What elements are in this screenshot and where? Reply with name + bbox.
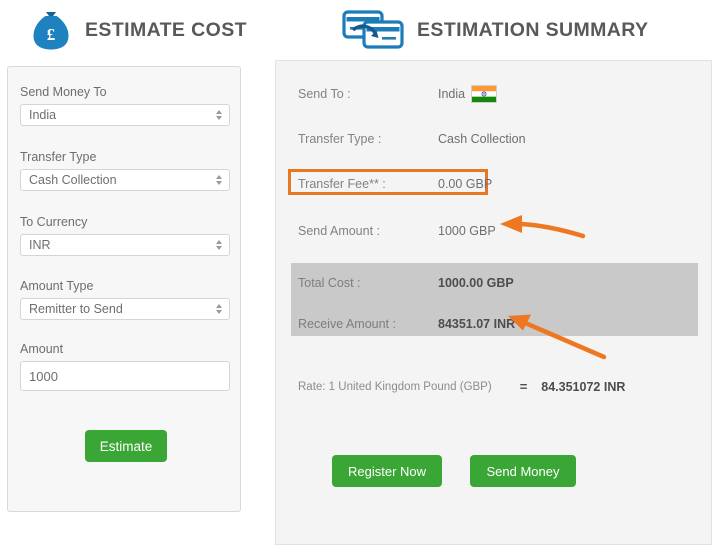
estimate-button[interactable]: Estimate xyxy=(85,430,167,462)
exchange-rate-row: Rate: 1 United Kingdom Pound (GBP) = 84.… xyxy=(298,379,625,394)
estimation-summary-panel: Send To : India Transfer Type : Cash Col… xyxy=(275,60,712,545)
field-transfer-type: Transfer Type Cash Collection xyxy=(20,150,230,191)
amount-input[interactable]: 1000 xyxy=(20,361,230,391)
rate-value: 84.351072 INR xyxy=(541,379,626,394)
chevron-updown-icon[interactable] xyxy=(214,108,223,122)
transfer-type-summary-label: Transfer Type : xyxy=(298,132,382,146)
field-send-money-to: Send Money To India xyxy=(20,85,230,126)
send-to-value: India xyxy=(438,85,498,103)
transfer-type-summary-value: Cash Collection xyxy=(438,132,526,146)
transfer-type-select[interactable]: Cash Collection xyxy=(20,169,230,191)
send-money-button[interactable]: Send Money xyxy=(470,455,576,487)
chevron-updown-icon[interactable] xyxy=(214,238,223,252)
summary-row-receive-amount: Receive Amount : 84351.07 INR xyxy=(298,311,697,337)
total-cost-value: 1000.00 GBP xyxy=(438,276,514,290)
to-currency-label: To Currency xyxy=(20,215,88,229)
amount-type-label: Amount Type xyxy=(20,279,94,293)
amount-type-value: Remitter to Send xyxy=(29,302,123,316)
summary-row-total-cost: Total Cost : 1000.00 GBP xyxy=(298,270,697,296)
send-money-to-value: India xyxy=(29,108,57,122)
total-cost-label: Total Cost : xyxy=(298,276,361,290)
send-to-label: Send To : xyxy=(298,87,351,101)
rate-equals-sign: = xyxy=(519,379,528,394)
credit-cards-transfer-icon xyxy=(342,8,404,52)
to-currency-value: INR xyxy=(29,238,51,252)
field-to-currency: To Currency INR xyxy=(20,215,230,256)
amount-type-select[interactable]: Remitter to Send xyxy=(20,298,230,320)
receive-amount-label: Receive Amount : xyxy=(298,317,396,331)
send-amount-label: Send Amount : xyxy=(298,224,381,238)
summary-row-transfer-fee: Transfer Fee** : 0.00 GBP xyxy=(298,171,697,197)
receive-amount-value: 84351.07 INR xyxy=(438,317,516,331)
money-bag-gbp-icon: £ xyxy=(30,8,72,52)
summary-row-send-amount: Send Amount : 1000 GBP xyxy=(298,218,697,244)
india-flag-icon xyxy=(471,85,498,103)
estimation-summary-title: ESTIMATION SUMMARY xyxy=(417,18,649,41)
send-money-to-select[interactable]: India xyxy=(20,104,230,126)
transfer-type-value: Cash Collection xyxy=(29,173,117,187)
estimate-cost-title: ESTIMATE COST xyxy=(85,18,247,41)
transfer-fee-value: 0.00 GBP xyxy=(438,177,493,191)
send-amount-value: 1000 GBP xyxy=(438,224,496,238)
chevron-updown-icon[interactable] xyxy=(214,173,223,187)
field-amount-type: Amount Type Remitter to Send xyxy=(20,279,230,320)
summary-row-transfer-type: Transfer Type : Cash Collection xyxy=(298,126,697,152)
estimation-summary-header: ESTIMATION SUMMARY xyxy=(342,8,648,52)
amount-value: 1000 xyxy=(29,368,58,384)
svg-text:£: £ xyxy=(47,25,56,44)
chevron-updown-icon[interactable] xyxy=(214,302,223,316)
estimate-cost-header: £ ESTIMATE COST xyxy=(30,8,247,52)
transfer-type-label: Transfer Type xyxy=(20,150,97,164)
transfer-fee-label: Transfer Fee** : xyxy=(298,177,386,191)
summary-row-send-to: Send To : India xyxy=(298,81,697,107)
estimate-cost-form-panel: Send Money To India Transfer Type Cash C… xyxy=(7,66,241,512)
send-money-to-label: Send Money To xyxy=(20,85,107,99)
register-now-button[interactable]: Register Now xyxy=(332,455,442,487)
field-amount: Amount 1000 xyxy=(20,342,230,391)
rate-text: Rate: 1 United Kingdom Pound (GBP) xyxy=(298,380,492,393)
to-currency-select[interactable]: INR xyxy=(20,234,230,256)
amount-label: Amount xyxy=(20,342,64,356)
